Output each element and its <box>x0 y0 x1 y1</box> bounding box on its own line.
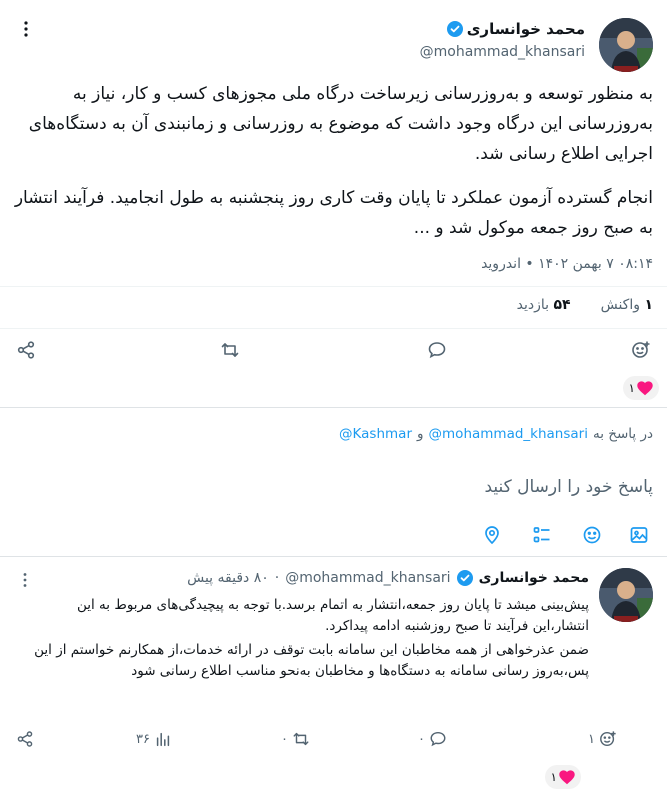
heart-icon <box>637 380 653 396</box>
author-handle[interactable]: @mohammad_khansari <box>420 44 585 60</box>
tweet-paragraph-2: انجام گسترده آزمون عملکرد تا پایان وقت ک… <box>14 188 653 238</box>
comment-icon[interactable] <box>427 340 447 360</box>
reply-author-name[interactable]: محمد خوانساری <box>479 570 589 586</box>
author-avatar[interactable] <box>599 18 653 72</box>
replying-prefix: در پاسخ به <box>592 426 653 442</box>
poll-icon[interactable] <box>532 525 552 545</box>
more-vertical-icon[interactable] <box>18 572 32 588</box>
reply-handle-link[interactable]: @mohammad_khansari <box>429 426 588 442</box>
reply-reactions-count: ۱ <box>588 731 595 747</box>
tweet-timestamp[interactable]: ۰۸:۱۴ ۷ بهمن ۱۴۰۲ • اندروید <box>481 256 653 272</box>
divider <box>0 328 667 329</box>
author-name[interactable]: محمد خوانساری <box>467 20 585 38</box>
image-icon[interactable] <box>629 525 649 545</box>
share-icon[interactable] <box>16 730 34 748</box>
reactions-stat[interactable]: ۱ واکنش <box>601 297 653 313</box>
replying-and: و <box>417 426 424 442</box>
reply-input[interactable]: پاسخ خود را ارسال کنید <box>14 477 653 497</box>
reaction-badge[interactable]: ۱ <box>622 376 659 400</box>
reply-reaction-badge-count: ۱ <box>550 770 557 784</box>
divider <box>0 286 667 287</box>
reply-text-2: ضمن عذرخواهی از همه مخاطبان این سامانه ب… <box>34 642 589 679</box>
reply-views-action[interactable]: ۳۶ <box>136 730 172 748</box>
divider <box>0 556 667 557</box>
replying-to-line: در پاسخ به @mohammad_khansari و @Kashmar <box>339 426 653 442</box>
reply-header: محمد خوانساری @mohammad_khansari · ۸۰ دق… <box>187 570 589 586</box>
retweet-icon <box>292 730 310 748</box>
heart-icon <box>559 769 575 785</box>
reply-text-1: پیش‌بینی میشد تا پایان روز جمعه،انتشار ب… <box>76 597 589 634</box>
reply-handle-link[interactable]: @Kashmar <box>339 426 412 442</box>
verified-badge-icon <box>446 21 463 37</box>
tweet-paragraph-1: به منظور توسعه و به‌روزرسانی زیرساخت درگ… <box>28 84 653 164</box>
comment-icon <box>429 730 447 748</box>
verified-badge-icon <box>456 570 473 586</box>
views-count: ۵۴ <box>553 297 571 313</box>
reply-comment-action[interactable]: ۰ <box>418 730 447 748</box>
separator-dot: · <box>274 570 280 586</box>
add-reaction-icon <box>599 730 617 748</box>
reply-reaction-badge[interactable]: ۱ <box>544 765 581 789</box>
reaction-badge-count: ۱ <box>628 381 635 395</box>
reply-reaction-action[interactable]: ۱ <box>588 730 617 748</box>
reply-retweets-count: ۰ <box>281 731 288 747</box>
reply-views-count: ۳۶ <box>136 731 150 747</box>
add-reaction-icon[interactable] <box>631 340 651 360</box>
reply-retweet-action[interactable]: ۰ <box>281 730 310 748</box>
reply-author-avatar[interactable] <box>599 568 653 622</box>
emoji-icon[interactable] <box>582 525 602 545</box>
location-icon[interactable] <box>482 525 502 545</box>
reactions-label: واکنش <box>600 297 640 313</box>
views-stat[interactable]: ۵۴ بازدید <box>517 297 571 313</box>
tweet-stats: ۱ واکنش ۵۴ بازدید <box>517 297 653 313</box>
reply-time[interactable]: ۸۰ دقیقه پیش <box>187 570 269 586</box>
reactions-count: ۱ <box>644 297 653 313</box>
retweet-icon[interactable] <box>220 340 240 360</box>
views-label: بازدید <box>516 297 550 313</box>
divider <box>0 407 667 408</box>
views-icon <box>154 730 172 748</box>
more-vertical-icon[interactable] <box>18 20 34 38</box>
share-icon[interactable] <box>16 340 36 360</box>
reply-comments-count: ۰ <box>418 731 425 747</box>
author-name-row: محمد خوانساری <box>443 20 585 38</box>
reply-author-handle[interactable]: @mohammad_khansari <box>285 570 450 586</box>
